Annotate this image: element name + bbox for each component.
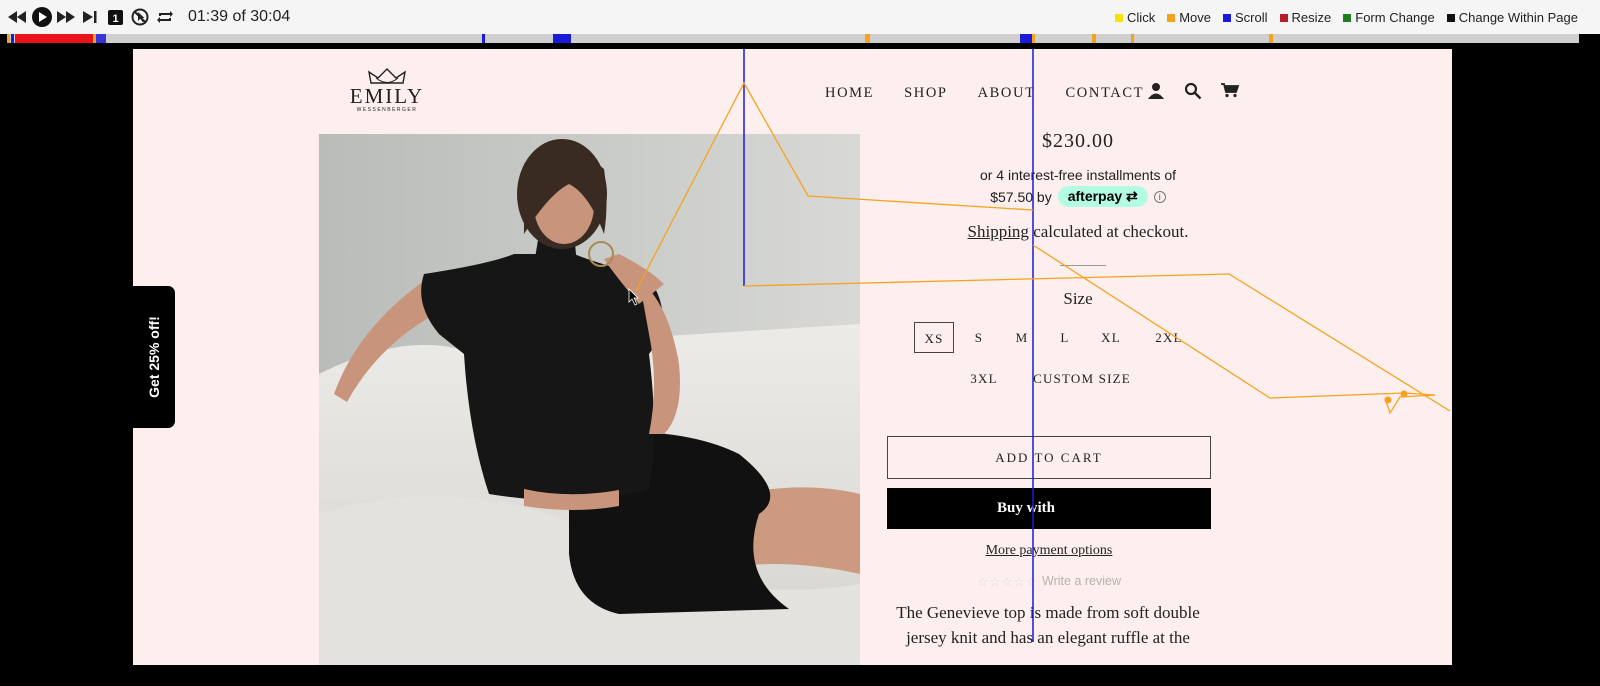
loop-icon[interactable] xyxy=(156,7,174,27)
legend-swatch-move xyxy=(1167,13,1176,22)
review-row: ☆☆☆☆☆ Write a review xyxy=(849,574,1249,589)
size-option-3xl[interactable]: 3XL xyxy=(966,363,1002,394)
legend-label: Change Within Page xyxy=(1458,10,1578,25)
info-icon[interactable]: i xyxy=(1153,190,1166,203)
afterpay-amount: $57.50 by xyxy=(990,188,1052,205)
legend-item: Click xyxy=(1115,10,1155,25)
legend-label: Form Change xyxy=(1355,10,1435,25)
skip-inactivity-button[interactable]: 1 xyxy=(108,7,123,27)
legend-label: Click xyxy=(1127,10,1156,25)
main-nav: HOME SHOP ABOUT CONTACT xyxy=(825,85,1174,102)
legend-swatch-scroll xyxy=(1223,13,1231,22)
legend-swatch-change-within-page xyxy=(1446,13,1455,22)
playback-time: 01:39 of 30:04 xyxy=(188,8,291,25)
timeline-marker xyxy=(96,34,106,43)
size-option-s[interactable]: S xyxy=(967,322,991,353)
replay-timeline[interactable] xyxy=(7,34,1579,43)
size-option-xs[interactable]: XS xyxy=(914,322,954,353)
legend-label: Resize xyxy=(1291,10,1332,25)
hide-cursor-icon[interactable] xyxy=(131,7,149,27)
legend-item: Move xyxy=(1167,10,1211,25)
legend-label: Scroll xyxy=(1235,10,1268,25)
size-label: Size xyxy=(1063,289,1093,308)
product-photo[interactable] xyxy=(319,134,860,665)
product-description: The Genevieve top is made from soft doub… xyxy=(896,603,1200,647)
fast-forward-icon[interactable] xyxy=(57,7,75,27)
afterpay-badge[interactable]: afterpay ⇄ xyxy=(1057,186,1148,207)
timeline-marker xyxy=(1131,34,1134,43)
legend-item: Form Change xyxy=(1343,10,1435,25)
afterpay-brand: afterpay xyxy=(1067,188,1123,204)
timeline-marker xyxy=(1020,34,1032,43)
legend-swatch-form-change xyxy=(1343,13,1352,22)
nav-home[interactable]: HOME xyxy=(825,85,874,102)
timeline-marker xyxy=(7,34,10,43)
cart-icon[interactable] xyxy=(1221,82,1239,98)
crown-icon xyxy=(368,68,406,84)
skip-to-end-icon[interactable] xyxy=(83,7,97,27)
event-legend: Click Move Scroll Resize Form Change Cha… xyxy=(1115,10,1578,25)
legend-item: Scroll xyxy=(1223,10,1268,25)
shipping-note-text: calculated at checkout. xyxy=(1028,222,1189,241)
timeline-marker xyxy=(865,34,870,43)
size-option-m[interactable]: M xyxy=(1009,322,1035,353)
shipping-note: Shipping calculated at checkout. xyxy=(878,222,1278,242)
timeline-marker xyxy=(11,34,14,43)
legend-swatch-resize xyxy=(1279,13,1288,22)
nav-about[interactable]: ABOUT xyxy=(978,85,1036,102)
replay-viewport: EMILY WESSENBERGER HOME SHOP ABOUT CONTA… xyxy=(7,49,1579,686)
product-image xyxy=(319,134,860,665)
shipping-link[interactable]: Shipping xyxy=(968,222,1029,241)
legend-item: Change Within Page xyxy=(1446,10,1578,25)
skip-inactivity-label: 1 xyxy=(112,13,118,25)
size-option-l[interactable]: L xyxy=(1054,322,1076,353)
account-icon[interactable] xyxy=(1147,82,1165,100)
replay-toolbar: 1 01:39 of 30:04 Click Move Scroll Resiz… xyxy=(0,0,1600,34)
timeline-marker xyxy=(553,34,571,43)
size-option-custom[interactable]: CUSTOM SIZE xyxy=(1023,363,1141,394)
play-button[interactable] xyxy=(31,7,53,27)
more-payment-options: More payment options xyxy=(849,543,1249,559)
rewind-icon[interactable] xyxy=(8,7,26,27)
add-to-cart-button[interactable]: ADD TO CART xyxy=(887,436,1211,479)
more-payment-link[interactable]: More payment options xyxy=(986,543,1113,558)
timeline-marker xyxy=(1269,34,1273,43)
size-option-2xl[interactable]: 2XL xyxy=(1151,322,1187,353)
divider xyxy=(1060,265,1106,266)
legend-swatch-click xyxy=(1115,13,1124,22)
star-rating-icon: ☆☆☆☆☆ xyxy=(977,575,1039,589)
write-review-link[interactable]: Write a review xyxy=(1042,574,1121,589)
afterpay-text: or 4 interest-free installments of xyxy=(979,167,1177,183)
timeline-marker xyxy=(1092,34,1096,43)
buy-with-button[interactable]: Buy with xyxy=(887,488,1211,529)
search-icon[interactable] xyxy=(1184,82,1202,100)
timeline-marker xyxy=(1032,34,1035,43)
nav-shop[interactable]: SHOP xyxy=(904,85,947,102)
product-price: $230.00 xyxy=(1042,130,1114,152)
discount-tab[interactable]: Get 25% off! xyxy=(133,286,175,428)
legend-item: Resize xyxy=(1279,10,1332,25)
size-option-xl[interactable]: XL xyxy=(1095,322,1127,353)
logo-name: EMILY xyxy=(349,84,425,108)
afterpay-row: $57.50 by afterpay ⇄ i xyxy=(878,186,1278,207)
legend-label: Move xyxy=(1179,10,1211,25)
logo-subtitle: WESSENBERGER xyxy=(356,107,418,113)
timeline-marker xyxy=(482,34,485,43)
nav-contact[interactable]: CONTACT xyxy=(1066,85,1145,102)
timeline-progress xyxy=(15,34,93,43)
site-logo[interactable]: EMILY WESSENBERGER xyxy=(346,67,428,113)
discount-tab-label: Get 25% off! xyxy=(146,316,162,398)
website-page: EMILY WESSENBERGER HOME SHOP ABOUT CONTA… xyxy=(133,49,1452,665)
